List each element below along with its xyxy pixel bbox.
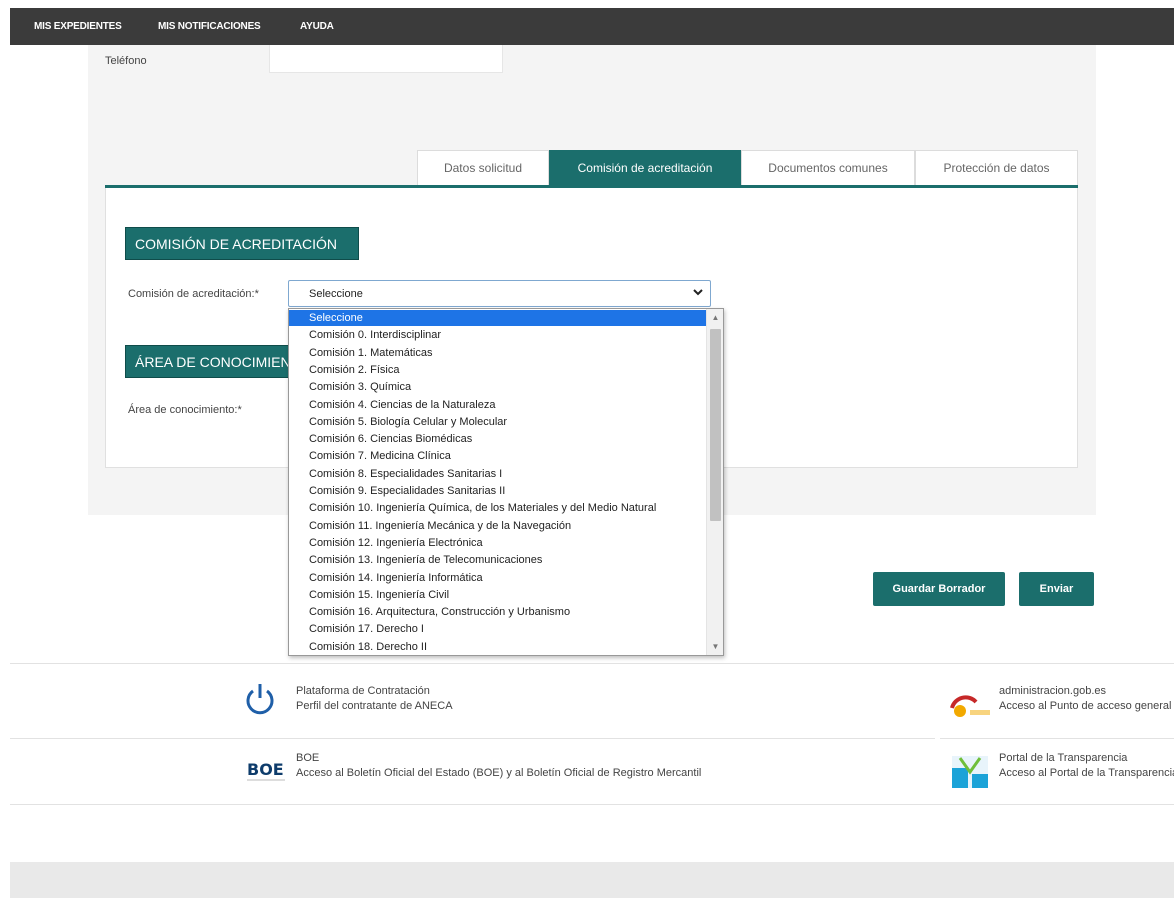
telefono-input[interactable] <box>269 45 503 73</box>
footer-divider-bottom <box>10 804 1174 805</box>
dropdown-option[interactable]: Comisión 3. Química <box>289 379 706 395</box>
scroll-thumb[interactable] <box>710 329 721 521</box>
dropdown-option[interactable]: Comisión 5. Biología Celular y Molecular <box>289 414 706 430</box>
nav-ayuda[interactable]: AYUDA <box>300 21 334 32</box>
dropdown-option[interactable]: Comisión 13. Ingeniería de Telecomunicac… <box>289 552 706 568</box>
boe-desc: Acceso al Boletín Oficial del Estado (BO… <box>296 767 702 779</box>
footer-divider-top <box>10 663 1174 664</box>
telefono-label: Teléfono <box>105 55 147 67</box>
plataforma-title: Plataforma de Contratación <box>296 685 430 697</box>
dropdown-option[interactable]: Comisión 1. Matemáticas <box>289 345 706 361</box>
bottom-band <box>10 862 1174 898</box>
dropdown-option[interactable]: Comisión 2. Física <box>289 362 706 378</box>
footer-divider-mid-center <box>245 738 935 739</box>
scroll-down-icon[interactable]: ▼ <box>707 638 724 655</box>
dropdown-option[interactable]: Comisión 11. Ingeniería Mecánica y de la… <box>289 518 706 534</box>
top-nav-bar: MIS EXPEDIENTES MIS NOTIFICACIONES AYUDA <box>10 8 1174 45</box>
dropdown-option[interactable]: Comisión 17. Derecho I <box>289 621 706 637</box>
boe-title: BOE <box>296 752 320 764</box>
area-label: Área de conocimiento:* <box>128 404 242 416</box>
dropdown-option[interactable]: Comisión 0. Interdisciplinar <box>289 327 706 343</box>
tab-documentos-comunes[interactable]: Documentos comunes <box>741 150 915 185</box>
nav-mis-expedientes[interactable]: MIS EXPEDIENTES <box>34 21 122 32</box>
boe-logo-icon: BOE <box>245 757 291 787</box>
dropdown-option[interactable]: Comisión 6. Ciencias Biomédicas <box>289 431 706 447</box>
tab-datos-solicitud[interactable]: Datos solicitud <box>417 150 549 185</box>
dropdown-option[interactable]: Comisión 18. Derecho II <box>289 639 706 655</box>
administracion-logo-icon <box>948 684 992 723</box>
section-heading-comision: COMISIÓN DE ACREDITACIÓN <box>125 227 359 260</box>
comision-label: Comisión de acreditación:* <box>128 288 259 300</box>
dropdown-option[interactable]: Comisión 12. Ingeniería Electrónica <box>289 535 706 551</box>
dropdown-option[interactable]: Comisión 8. Especialidades Sanitarias I <box>289 466 706 482</box>
chevron-down-icon <box>692 286 704 301</box>
footer-divider-mid-right <box>940 738 1174 739</box>
admin-desc: Acceso al Punto de acceso general <box>999 700 1172 712</box>
comision-select[interactable]: Seleccione <box>288 280 711 307</box>
nav-mis-notificaciones[interactable]: MIS NOTIFICACIONES <box>158 21 261 32</box>
plataforma-desc: Perfil del contratante de ANECA <box>296 700 453 712</box>
transparencia-desc: Acceso al Portal de la Transparencia <box>999 767 1174 779</box>
boe-logo-text: BOE <box>247 760 284 779</box>
scroll-up-icon[interactable]: ▲ <box>707 309 724 326</box>
dropdown-scrollbar[interactable]: ▲ ▼ <box>706 309 723 655</box>
admin-title: administracion.gob.es <box>999 685 1107 697</box>
dropdown-option[interactable]: Comisión 16. Arquitectura, Construcción … <box>289 604 706 620</box>
comision-dropdown-list[interactable]: ▲ ▼ Seleccione Comisión 0. Interdisciplin… <box>288 308 724 656</box>
transparencia-logo-icon <box>950 754 990 795</box>
dropdown-option[interactable]: Seleccione <box>289 310 706 326</box>
comision-select-value: Seleccione <box>309 287 363 300</box>
save-draft-button[interactable]: Guardar Borrador <box>873 572 1005 606</box>
transparencia-title: Portal de la Transparencia <box>999 752 1128 764</box>
tab-proteccion-datos[interactable]: Protección de datos <box>915 150 1078 185</box>
dropdown-option[interactable]: Comisión 9. Especialidades Sanitarias II <box>289 483 706 499</box>
tab-comision-acreditacion[interactable]: Comisión de acreditación <box>549 150 741 185</box>
dropdown-option[interactable]: Comisión 14. Ingeniería Informática <box>289 570 706 586</box>
section-heading-area: ÁREA DE CONOCIMIENTO <box>125 345 289 378</box>
send-button[interactable]: Enviar <box>1019 572 1094 606</box>
footer-divider-mid-left <box>10 738 245 739</box>
dropdown-option[interactable]: Comisión 10. Ingeniería Química, de los … <box>289 500 706 516</box>
power-icon <box>244 682 276 721</box>
dropdown-option[interactable]: Comisión 7. Medicina Clínica <box>289 448 706 464</box>
dropdown-option[interactable]: Comisión 15. Ingeniería Civil <box>289 587 706 603</box>
dropdown-option[interactable]: Comisión 4. Ciencias de la Naturaleza <box>289 397 706 413</box>
